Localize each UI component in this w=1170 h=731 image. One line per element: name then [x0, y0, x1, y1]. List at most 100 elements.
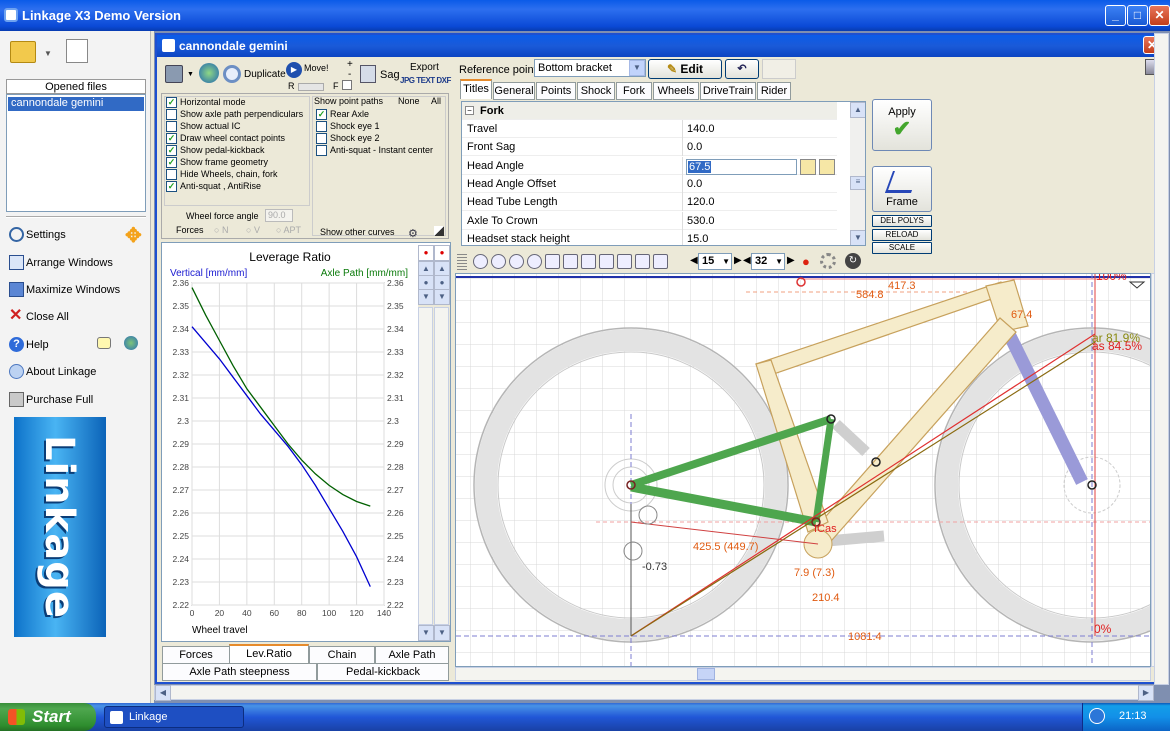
- close-all-button[interactable]: ✕ Close All: [6, 307, 146, 327]
- undo-button[interactable]: ↶: [725, 59, 759, 79]
- arrange-windows-button[interactable]: Arrange Windows: [6, 253, 146, 273]
- checkbox[interactable]: ✓: [166, 157, 177, 169]
- clock[interactable]: 21:13: [1119, 710, 1147, 722]
- checkbox[interactable]: [166, 109, 177, 121]
- save-dropdown-icon[interactable]: ▼: [187, 71, 194, 78]
- tab-fork[interactable]: Fork: [616, 82, 652, 100]
- canvas-hscroll[interactable]: [455, 667, 1151, 681]
- point-path-3[interactable]: Anti-squat - Instant center: [316, 145, 433, 157]
- sag-button[interactable]: Sag: [380, 69, 400, 81]
- hand-icon[interactable]: [563, 254, 578, 269]
- property-row[interactable]: Axle To Crown 530.0: [462, 211, 837, 230]
- dropdown-arrow-icon[interactable]: ▼: [44, 49, 52, 58]
- property-row[interactable]: Head Tube Length 120.0: [462, 193, 837, 212]
- tab-forces[interactable]: Forces: [162, 646, 230, 664]
- tab-wheels[interactable]: Wheels: [653, 82, 699, 100]
- property-value[interactable]: 0.0: [687, 178, 702, 190]
- point-path-0[interactable]: ✓ Rear Axle: [316, 109, 369, 121]
- rotate-icon[interactable]: [653, 254, 668, 269]
- zoom-a-prev[interactable]: ◀: [690, 255, 698, 266]
- point-paths-none[interactable]: None: [398, 96, 420, 106]
- sag-icon[interactable]: [360, 65, 376, 83]
- property-group-header[interactable]: − Fork: [462, 102, 837, 120]
- chat-icon[interactable]: [97, 337, 111, 349]
- ruler-icon[interactable]: [635, 254, 650, 269]
- pin-icon[interactable]: ●: [802, 254, 814, 269]
- del-polys-button[interactable]: DEL POLYS: [872, 215, 932, 227]
- web-icon[interactable]: [199, 63, 219, 83]
- point-path-1[interactable]: Shock eye 1: [316, 121, 380, 133]
- property-row[interactable]: Headset stack height 15.0: [462, 229, 837, 245]
- checkbox[interactable]: ✓: [316, 109, 327, 121]
- point-path-2[interactable]: Shock eye 2: [316, 133, 380, 145]
- tab-titles[interactable]: Titles: [460, 79, 492, 99]
- main-hscroll-right-icon[interactable]: ▶: [1138, 685, 1154, 701]
- close-button[interactable]: ✕: [1149, 5, 1170, 26]
- network-icon[interactable]: [1089, 708, 1105, 724]
- option-2[interactable]: Show actual IC: [166, 121, 241, 133]
- gear-wheel-icon[interactable]: [820, 253, 836, 269]
- minimize-button[interactable]: _: [1105, 5, 1126, 26]
- taskbar-task-linkage[interactable]: Linkage: [104, 706, 244, 728]
- tab-rider[interactable]: Rider: [757, 82, 791, 100]
- new-linkage-icon[interactable]: [66, 39, 88, 63]
- checkbox[interactable]: [316, 145, 327, 157]
- property-row[interactable]: Front Sag 0.0: [462, 138, 837, 157]
- move-icon[interactable]: ▶: [286, 62, 302, 78]
- chart-scroll-down-icon[interactable]: ▼: [418, 289, 434, 305]
- checkbox[interactable]: ✓: [166, 133, 177, 145]
- purchase-full-button[interactable]: Purchase Full: [6, 390, 146, 410]
- zoom-out-icon[interactable]: [491, 254, 506, 269]
- opened-file-item[interactable]: cannondale gemini: [8, 97, 144, 111]
- head-angle-input[interactable]: 67.5: [686, 159, 797, 175]
- edit-button[interactable]: ✎ Edit: [648, 59, 722, 79]
- forces-option-n[interactable]: ○ N: [214, 225, 228, 235]
- property-value[interactable]: 15.0: [687, 233, 708, 245]
- checkbox[interactable]: [166, 121, 177, 133]
- property-scroll-thumb[interactable]: ≡: [850, 176, 865, 190]
- property-row[interactable]: Travel 140.0: [462, 120, 837, 138]
- globe-icon[interactable]: [124, 336, 138, 350]
- export-formats[interactable]: JPG TEXT DXF: [400, 76, 451, 85]
- main-vscroll[interactable]: [1154, 33, 1169, 685]
- minus-label[interactable]: -: [348, 69, 351, 80]
- zoom-minus-icon[interactable]: [509, 254, 524, 269]
- bike-icon[interactable]: ⚙: [408, 227, 418, 240]
- property-scroll-up-icon[interactable]: ▲: [850, 102, 865, 118]
- pin-red-icon[interactable]: ●: [418, 245, 434, 261]
- save-icon[interactable]: [165, 65, 183, 83]
- apply-button[interactable]: Apply ✔: [872, 99, 932, 151]
- move-slider[interactable]: [298, 83, 324, 91]
- option-1[interactable]: Show axle path perpendiculars: [166, 109, 303, 121]
- refresh-icon[interactable]: ↻: [845, 253, 861, 269]
- tab-axle-path-steepness[interactable]: Axle Path steepness: [162, 663, 317, 681]
- checkbox[interactable]: ✓: [166, 181, 177, 193]
- link-icon[interactable]: [223, 65, 241, 83]
- about-linkage-button[interactable]: About Linkage: [6, 362, 146, 382]
- main-hscroll[interactable]: ◀ ▶: [154, 685, 1154, 701]
- forces-option-apt[interactable]: ○ APT: [276, 225, 301, 235]
- tab-points[interactable]: Points: [536, 82, 576, 100]
- resize-icon[interactable]: [434, 226, 444, 236]
- option-4[interactable]: ✓ Show pedal-kickback: [166, 145, 265, 157]
- option-3[interactable]: ✓ Draw wheel contact points: [166, 133, 285, 145]
- zoom-a-select[interactable]: 15 ▼: [698, 253, 732, 270]
- pin-red-icon-2[interactable]: ●: [434, 245, 450, 261]
- calculator-icon[interactable]: [800, 159, 816, 175]
- property-scroll-down-icon[interactable]: ▼: [850, 230, 865, 245]
- tab-lev-ratio[interactable]: Lev.Ratio: [229, 644, 309, 664]
- property-grid-vscroll[interactable]: [850, 102, 865, 245]
- start-button[interactable]: Start: [0, 703, 96, 731]
- forces-option-v[interactable]: ○ V: [246, 225, 260, 235]
- checkbox[interactable]: [316, 133, 327, 145]
- tab-general[interactable]: General: [493, 82, 535, 100]
- zoom-b-select[interactable]: 32 ▼: [751, 253, 785, 270]
- zoom-a-next[interactable]: ▶: [734, 255, 742, 266]
- maximize-windows-button[interactable]: Maximize Windows: [6, 280, 146, 300]
- zoom-b-prev[interactable]: ◀: [743, 255, 751, 266]
- move-button[interactable]: Move!: [304, 63, 329, 73]
- drawing-canvas[interactable]: 417.3 584.8 67.4 425.5 (449.7) 7.9 (7.3)…: [455, 273, 1151, 667]
- chart-vscroll-right[interactable]: [434, 307, 449, 625]
- f-toggle[interactable]: [342, 80, 352, 90]
- tab-shock[interactable]: Shock: [577, 82, 615, 100]
